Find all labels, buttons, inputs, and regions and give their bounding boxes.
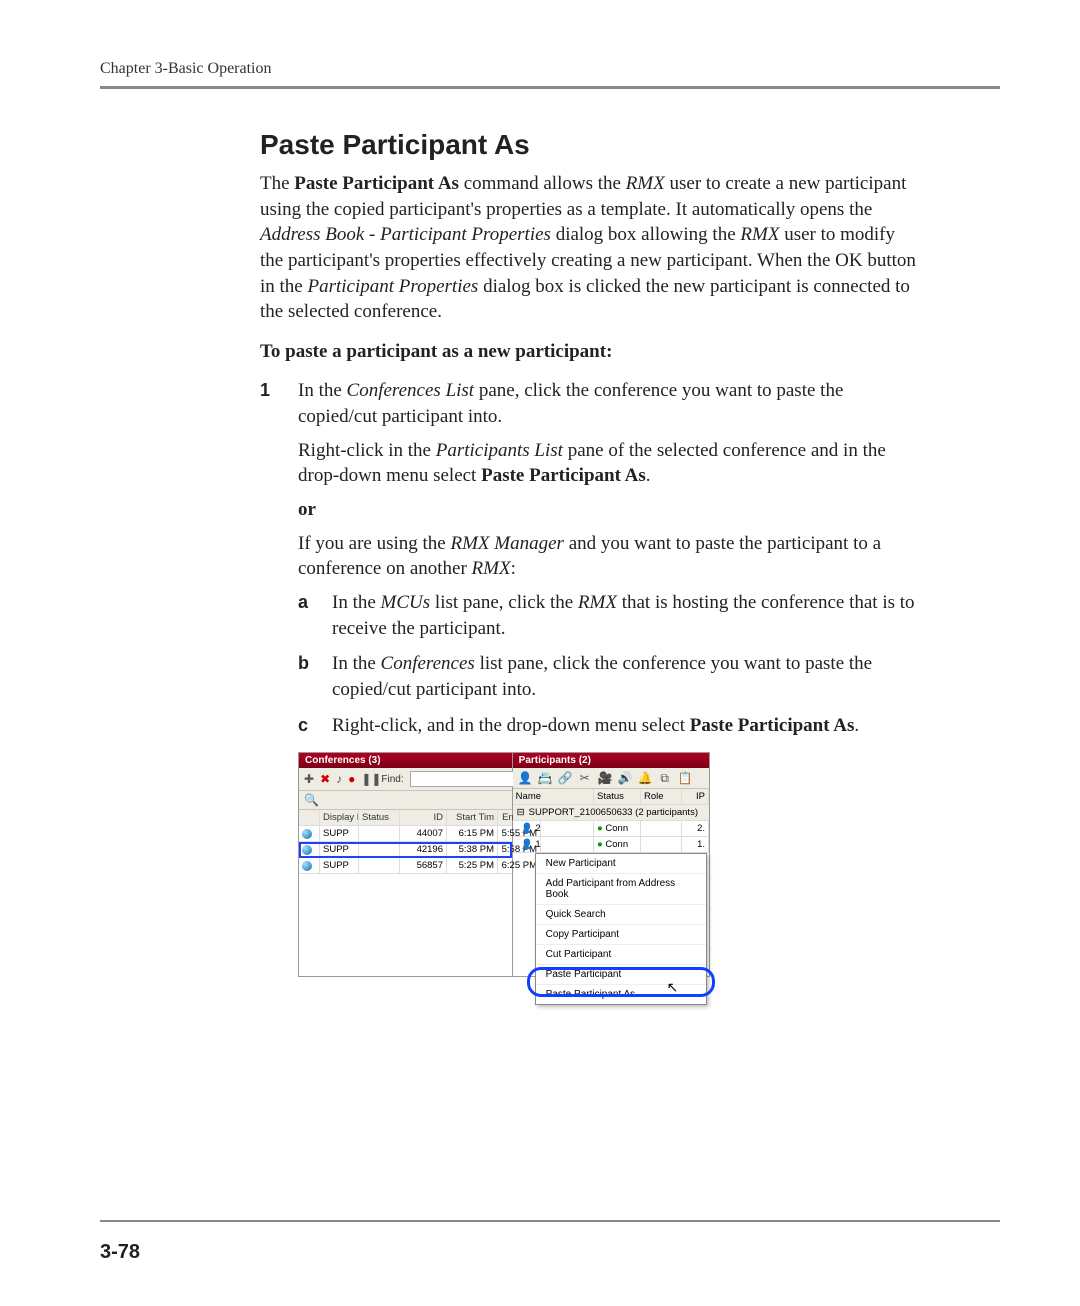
add-participant-icon[interactable]: 👤 (518, 771, 532, 785)
search-icon[interactable]: 🔍 (304, 793, 318, 807)
ctx-cut-participant[interactable]: Cut Participant (536, 944, 706, 964)
section-title: Paste Participant As (260, 129, 920, 161)
connect-icon[interactable]: 🔗 (558, 771, 572, 785)
cursor-icon: ↖ (667, 979, 679, 996)
participants-columns: Name Status Role IP (513, 789, 709, 805)
conferences-title: Conferences (3) (299, 753, 512, 768)
step-1-cont-2: If you are using the RMX Manager and you… (298, 531, 920, 582)
conferences-columns: Display N Status ID Start Tim End Tim (299, 810, 512, 826)
running-header: Chapter 3-Basic Operation (100, 60, 1000, 78)
intro-paragraph: The Paste Participant As command allows … (260, 171, 920, 325)
pause-icon[interactable]: ❚❚ (361, 772, 375, 786)
substep-c: c Right-click, and in the drop-down menu… (298, 713, 920, 739)
participant-row[interactable]: 👤 2● Conn2. (513, 821, 709, 837)
bell-icon[interactable]: 🔔 (638, 771, 652, 785)
conferences-toolbar: ✚ ✖ ♪ ● ❚❚ Find: (299, 768, 512, 791)
audio-icon[interactable]: 🔊 (618, 771, 632, 785)
top-rule (100, 86, 1000, 89)
conference-icon (302, 845, 312, 855)
collapse-icon[interactable]: ⊟ (517, 807, 525, 818)
participants-rows: 👤 2● Conn2. 👤 1● Conn1. (513, 821, 709, 853)
ctx-copy-participant[interactable]: Copy Participant (536, 924, 706, 944)
camera-icon[interactable]: 🎥 (598, 771, 612, 785)
conference-icon (302, 829, 312, 839)
ctx-paste-participant[interactable]: Paste Participant (536, 964, 706, 984)
conferences-pane: Conferences (3) ✚ ✖ ♪ ● ❚❚ Find: 🔍 (299, 753, 513, 976)
step-1: 1 In the Conferences List pane, click th… (260, 378, 920, 429)
search-subbar: 🔍 (299, 791, 512, 810)
screenshot-figure: Conferences (3) ✚ ✖ ♪ ● ❚❚ Find: 🔍 (298, 752, 710, 977)
conferences-rows: SUPP440076:15 PM5:55 PMSUPP421965:38 PM5… (299, 826, 512, 976)
step-1-cont-1: Right-click in the Participants List pan… (298, 438, 920, 489)
context-menu[interactable]: New ParticipantAdd Participant from Addr… (535, 853, 707, 1005)
mute-icon[interactable]: ♪ (336, 772, 342, 786)
conference-row[interactable]: SUPP568575:25 PM6:25 PM (299, 858, 512, 874)
substep-b: b In the Conferences list pane, click th… (298, 651, 920, 702)
page-number: 3-78 (100, 1241, 140, 1264)
procedure-lead: To paste a participant as a new particip… (260, 339, 920, 365)
conference-row[interactable]: SUPP440076:15 PM5:55 PM (299, 826, 512, 842)
paste-icon[interactable]: 📋 (678, 771, 692, 785)
ctx-new-participant[interactable]: New Participant (536, 854, 706, 873)
record-icon[interactable]: ● (348, 772, 355, 786)
ctx-add-participant-from-address-book[interactable]: Add Participant from Address Book (536, 873, 706, 904)
substep-a: a In the MCUs list pane, click the RMX t… (298, 590, 920, 641)
ctx-paste-participant-as[interactable]: Paste Participant As (536, 984, 706, 1004)
ctx-quick-search[interactable]: Quick Search (536, 904, 706, 924)
bottom-rule (100, 1220, 1000, 1222)
find-label: Find: (381, 774, 403, 785)
delete-icon[interactable]: ✖ (320, 772, 330, 786)
participants-title: Participants (2) (513, 753, 709, 768)
copy-icon[interactable]: ⧉ (658, 771, 672, 785)
participants-toolbar: 👤 📇 🔗 ✂ 🎥 🔊 🔔 ⧉ 📋 (513, 768, 709, 789)
addressbook-icon[interactable]: 📇 (538, 771, 552, 785)
new-conference-icon[interactable]: ✚ (304, 772, 314, 786)
participant-row[interactable]: 👤 1● Conn1. (513, 837, 709, 853)
participants-group[interactable]: ⊟ SUPPORT_2100650633 (2 participants) (513, 805, 709, 821)
disconnect-icon[interactable]: ✂ (578, 771, 592, 785)
participants-pane: Participants (2) 👤 📇 🔗 ✂ 🎥 🔊 🔔 ⧉ 📋 Name (513, 753, 709, 976)
conference-row[interactable]: SUPP421965:38 PM5:58 PM (299, 842, 512, 858)
conference-icon (302, 861, 312, 871)
step-or: or (298, 497, 920, 523)
